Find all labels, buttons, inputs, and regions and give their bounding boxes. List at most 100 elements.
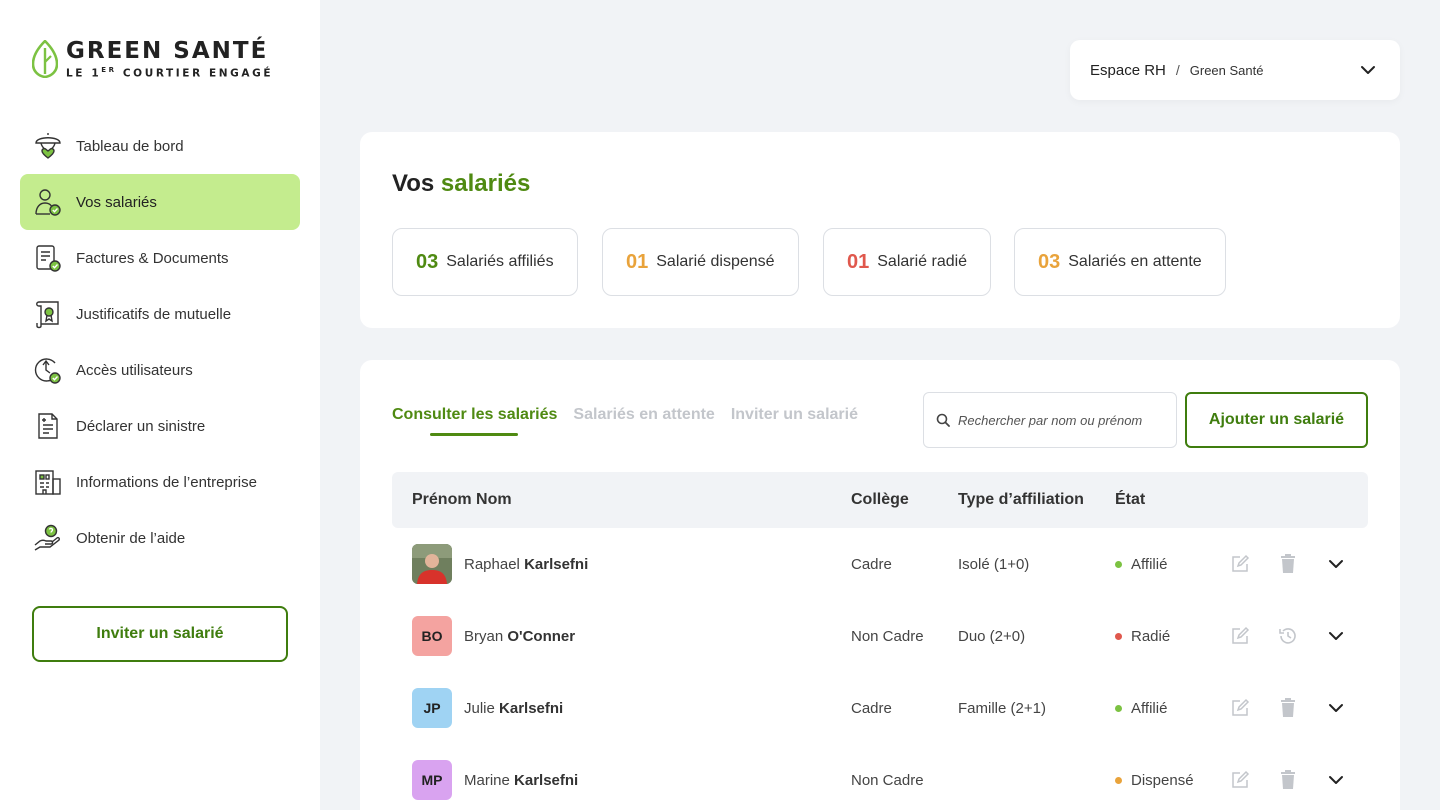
restore-icon[interactable] [1277, 625, 1299, 647]
stat-count: 03 [1038, 250, 1061, 273]
building-icon [32, 466, 64, 498]
page-title: Vos salariés [392, 170, 531, 197]
trash-icon[interactable] [1277, 553, 1299, 575]
help-hand-icon [32, 522, 64, 554]
company-name: Green Santé [1189, 62, 1264, 78]
logo[interactable]: GREEN SANTÉ LE 1ER COURTIER ENGAGÉ [32, 38, 273, 80]
stat-affilies[interactable]: 03 Salariés affiliés [392, 228, 578, 296]
employees-card: Consulter les salariés Salariés en atten… [360, 360, 1400, 810]
avatar: MP [412, 760, 452, 800]
dashboard-umbrella-icon [32, 130, 64, 162]
user-access-icon [32, 354, 64, 386]
chevron-down-icon[interactable] [1325, 697, 1347, 719]
employee-affiliation-type: Duo (2+0) [958, 628, 1026, 645]
invoice-icon [32, 242, 64, 274]
status-badge: Affilié [1115, 700, 1167, 717]
brand-tagline: LE 1ER COURTIER ENGAGÉ [66, 66, 274, 80]
employee-icon [32, 186, 64, 218]
avatar: BO [412, 616, 452, 656]
sidebar: GREEN SANTÉ LE 1ER COURTIER ENGAGÉ Table… [0, 0, 320, 810]
column-header-type[interactable]: Type d’affiliation [958, 491, 1084, 509]
sidebar-item-label: Informations de l’entreprise [76, 473, 257, 491]
table-row: JP Julie Karlsefni Cadre Famille (2+1) A… [392, 672, 1368, 744]
sidebar-item-factures[interactable]: Factures & Documents [20, 230, 300, 286]
summary-card: Vos salariés 03 Salariés affiliés 01 Sal… [360, 132, 1400, 328]
trash-icon[interactable] [1277, 697, 1299, 719]
invite-employee-button[interactable]: Inviter un salarié [32, 606, 288, 662]
employee-name[interactable]: Raphael Karlsefni [464, 556, 588, 573]
certificate-icon [32, 298, 64, 330]
sidebar-nav: Tableau de bord Vos salariés Factures & … [20, 118, 300, 566]
tab-inviter-salarie[interactable]: Inviter un salarié [731, 406, 858, 424]
sidebar-item-label: Factures & Documents [76, 249, 229, 267]
status-badge: Affilié [1115, 556, 1167, 573]
avatar: JP [412, 688, 452, 728]
leaf-logo-icon [32, 39, 58, 78]
edit-icon[interactable] [1229, 697, 1251, 719]
space-selector[interactable]: Espace RH / Green Santé [1070, 40, 1400, 100]
employee-affiliation-type: Famille (2+1) [958, 700, 1046, 717]
employee-name[interactable]: Julie Karlsefni [464, 700, 563, 717]
tab-salaries-en-attente[interactable]: Salariés en attente [573, 406, 714, 424]
space-name: Espace RH [1090, 61, 1166, 79]
sidebar-item-declarer-sinistre[interactable]: Déclarer un sinistre [20, 398, 300, 454]
stat-radie[interactable]: 01 Salarié radié [823, 228, 992, 296]
search-input[interactable] [958, 412, 1158, 428]
sidebar-item-label: Tableau de bord [76, 137, 184, 155]
table-row: MP Marine Karlsefni Non Cadre Dispensé [392, 744, 1368, 810]
stat-dispense[interactable]: 01 Salarié dispensé [602, 228, 799, 296]
employee-affiliation-type: Isolé (1+0) [958, 556, 1030, 573]
employee-college: Non Cadre [851, 628, 924, 645]
employee-college: Cadre [851, 700, 892, 717]
tab-consulter-salaries[interactable]: Consulter les salariés [392, 406, 557, 436]
column-header-name[interactable]: Prénom Nom [412, 491, 512, 509]
brand-name: GREEN SANTÉ [66, 38, 269, 64]
table-row: BO Bryan O'Conner Non Cadre Duo (2+0) Ra… [392, 600, 1368, 672]
status-badge: Radié [1115, 628, 1170, 645]
claim-icon [32, 410, 64, 442]
stat-label: Salariés en attente [1068, 253, 1202, 270]
sidebar-item-justificatifs[interactable]: Justificatifs de mutuelle [20, 286, 300, 342]
chevron-down-icon[interactable] [1325, 625, 1347, 647]
sidebar-item-informations-entreprise[interactable]: Informations de l’entreprise [20, 454, 300, 510]
sidebar-item-vos-salaries[interactable]: Vos salariés [20, 174, 300, 230]
stat-label: Salarié dispensé [656, 253, 775, 270]
stat-label: Salarié radié [877, 253, 968, 270]
status-badge: Dispensé [1115, 772, 1194, 789]
column-header-college[interactable]: Collège [851, 491, 909, 509]
sidebar-item-label: Justificatifs de mutuelle [76, 305, 232, 323]
search-box [923, 392, 1177, 448]
stat-count: 01 [847, 250, 870, 273]
stat-en-attente[interactable]: 03 Salariés en attente [1014, 228, 1226, 296]
edit-icon[interactable] [1229, 553, 1251, 575]
add-employee-button[interactable]: Ajouter un salarié [1185, 392, 1368, 448]
edit-icon[interactable] [1229, 625, 1251, 647]
stat-count: 03 [416, 250, 439, 273]
search-icon [936, 413, 950, 427]
employee-name[interactable]: Bryan O'Conner [464, 628, 575, 645]
edit-icon[interactable] [1229, 769, 1251, 791]
tabs: Consulter les salariés Salariés en atten… [392, 406, 874, 436]
stat-label: Salariés affiliés [446, 253, 554, 270]
sidebar-item-label: Accès utilisateurs [76, 361, 193, 379]
stat-count: 01 [626, 250, 649, 273]
sidebar-item-tableau-de-bord[interactable]: Tableau de bord [20, 118, 300, 174]
employee-college: Cadre [851, 556, 892, 573]
chevron-down-icon[interactable] [1325, 769, 1347, 791]
sidebar-item-obtenir-aide[interactable]: Obtenir de l’aide [20, 510, 300, 566]
employee-college: Non Cadre [851, 772, 924, 789]
chevron-down-icon [1361, 66, 1375, 74]
table-header: Prénom Nom Collège Type d’affiliation Ét… [392, 472, 1368, 528]
sidebar-item-label: Vos salariés [76, 193, 157, 211]
breadcrumb-separator: / [1175, 62, 1180, 78]
sidebar-item-label: Obtenir de l’aide [76, 529, 186, 547]
chevron-down-icon[interactable] [1325, 553, 1347, 575]
table-row: Raphael Karlsefni Cadre Isolé (1+0) Affi… [392, 528, 1368, 600]
sidebar-item-acces-utilisateurs[interactable]: Accès utilisateurs [20, 342, 300, 398]
sidebar-item-label: Déclarer un sinistre [76, 417, 206, 435]
trash-icon[interactable] [1277, 769, 1299, 791]
avatar-photo [412, 544, 452, 584]
employee-name[interactable]: Marine Karlsefni [464, 772, 578, 789]
avatar [412, 544, 452, 584]
column-header-state[interactable]: État [1115, 491, 1145, 509]
